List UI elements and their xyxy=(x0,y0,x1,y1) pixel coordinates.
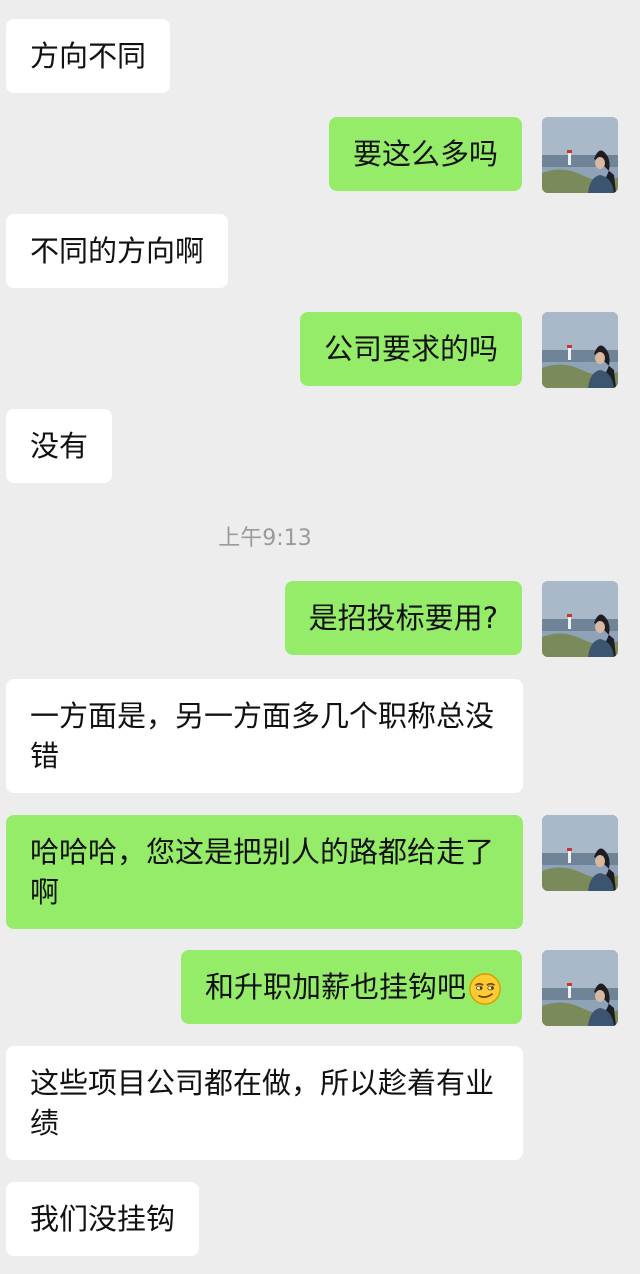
message-text: 公司要求的吗 xyxy=(323,332,498,366)
message-bubble-incoming[interactable]: 我们没挂钩 xyxy=(6,1182,200,1256)
avatar[interactable] xyxy=(542,312,618,388)
message-text: 是招投标要用? xyxy=(308,601,498,635)
message-text: 和升职加薪也挂钩吧 xyxy=(204,970,466,1004)
message-bubble-incoming[interactable]: 一方面是，另一方面多几个职称总没错 xyxy=(6,679,523,793)
message-text: 哈哈哈，您这是把别人的路都给走了啊 xyxy=(30,835,495,909)
smirk-emoji-icon xyxy=(469,973,501,1005)
message-text: 要这么多吗 xyxy=(352,137,498,171)
message-bubble-incoming[interactable]: 不同的方向啊 xyxy=(6,214,229,288)
avatar[interactable] xyxy=(542,815,618,891)
message-bubble-outgoing[interactable]: 和升职加薪也挂钩吧 xyxy=(180,950,522,1024)
avatar[interactable] xyxy=(542,950,618,1026)
message-text: 不同的方向啊 xyxy=(30,234,205,268)
message-text: 我们没挂钩 xyxy=(30,1202,176,1236)
avatar[interactable] xyxy=(542,581,618,657)
chat-timestamp: 上午9:13 xyxy=(218,526,312,551)
message-bubble-outgoing[interactable]: 哈哈哈，您这是把别人的路都给走了啊 xyxy=(6,815,523,929)
message-text: 这些项目公司都在做，所以趁着有业绩 xyxy=(30,1066,495,1140)
avatar[interactable] xyxy=(542,117,618,193)
message-bubble-outgoing[interactable]: 公司要求的吗 xyxy=(299,312,522,386)
message-bubble-incoming[interactable]: 这些项目公司都在做，所以趁着有业绩 xyxy=(6,1046,523,1160)
message-bubble-incoming[interactable]: 没有 xyxy=(6,409,113,483)
message-text: 没有 xyxy=(30,429,89,463)
message-bubble-outgoing[interactable]: 是招投标要用? xyxy=(284,581,522,655)
message-text: 方向不同 xyxy=(30,39,147,73)
message-bubble-incoming[interactable]: 方向不同 xyxy=(6,19,171,93)
message-bubble-outgoing[interactable]: 要这么多吗 xyxy=(328,117,522,191)
message-text: 一方面是，另一方面多几个职称总没错 xyxy=(30,699,495,773)
